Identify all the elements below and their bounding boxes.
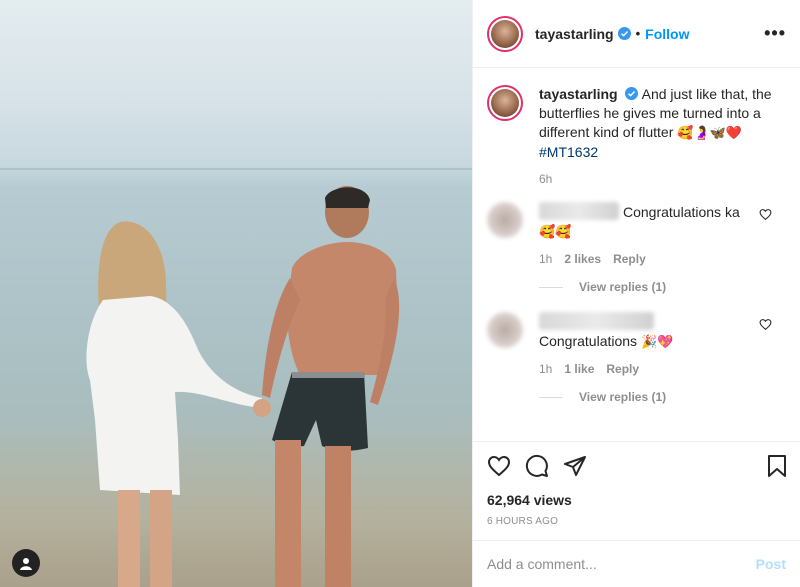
comment-likes[interactable]: 2 likes [564,252,601,266]
share-send-icon[interactable] [563,454,587,478]
verified-badge-icon [617,27,631,40]
more-options-icon[interactable]: ••• [764,23,786,44]
caption-hashtag[interactable]: #MT1632 [539,144,598,160]
post-photo[interactable] [0,0,472,587]
comment-likes[interactable]: 1 like [564,362,594,376]
comment-bubble-icon[interactable] [525,454,549,478]
caption-meta: 6h [539,172,786,186]
like-comment-heart-icon[interactable] [759,318,772,331]
comment-input[interactable] [487,556,756,572]
replies-line [539,286,563,288]
header-username[interactable]: tayastarling [535,26,614,42]
action-icons [487,452,786,480]
comment-item: Congratulations ka 🥰🥰 [487,202,786,242]
comment-text-block: Congratulations 🎉💖 [539,312,703,352]
view-replies-button[interactable]: View replies (1) [539,280,786,294]
post-header: tayastarling • Follow ••• [473,0,800,68]
like-comment-heart-icon[interactable] [759,208,772,221]
verified-badge-icon [625,87,639,100]
header-separator: • [635,26,641,41]
comment-username-blurred[interactable] [539,312,654,330]
comment-avatar[interactable] [487,312,523,348]
comment-avatar[interactable] [487,202,523,238]
comment-item: Congratulations 🎉💖 [487,312,786,352]
like-heart-icon[interactable] [487,454,511,478]
comment-text-block: Congratulations ka 🥰🥰 [539,202,770,242]
caption-time: 6h [539,172,553,186]
comments-section[interactable]: tayastarling And just like that, the but… [473,69,800,441]
caption-avatar[interactable] [487,85,523,121]
comment-username-blurred[interactable] [539,202,619,220]
comment-time: 1h [539,252,553,266]
comment-meta: 1h 1 like Reply [539,362,786,376]
couple-illustration [86,186,400,587]
replies-line [539,396,563,398]
add-comment-bar: Post [473,540,800,587]
reply-button[interactable]: Reply [613,252,646,266]
post-actions: 62,964 views 6 HOURS AGO [473,441,800,546]
follow-button[interactable]: Follow [645,26,689,42]
view-count[interactable]: 62,964 views [487,492,786,508]
caption-row: tayastarling And just like that, the but… [487,85,786,162]
caption-emojis: 🥰🤰🦋❤️ [677,126,743,141]
user-tag-icon[interactable] [12,549,40,577]
comment-meta: 1h 2 likes Reply [539,252,786,266]
reply-button[interactable]: Reply [606,362,639,376]
comment-time: 1h [539,362,553,376]
caption-text-block: tayastarling And just like that, the but… [539,85,786,162]
comment-text: Congratulations ka [623,204,740,220]
comment-emojis: 🥰🥰 [539,225,572,240]
post-timestamp: 6 HOURS AGO [487,516,559,527]
view-replies-label: View replies (1) [579,280,667,294]
save-bookmark-icon[interactable] [766,454,788,478]
comment-text: Congratulations [539,333,638,349]
caption-username[interactable]: tayastarling [539,86,618,102]
comment-emojis: 🎉💖 [640,335,674,350]
view-replies-label: View replies (1) [579,390,667,404]
post-comment-button[interactable]: Post [756,556,786,572]
view-replies-button[interactable]: View replies (1) [539,390,786,404]
profile-avatar[interactable] [487,15,523,52]
